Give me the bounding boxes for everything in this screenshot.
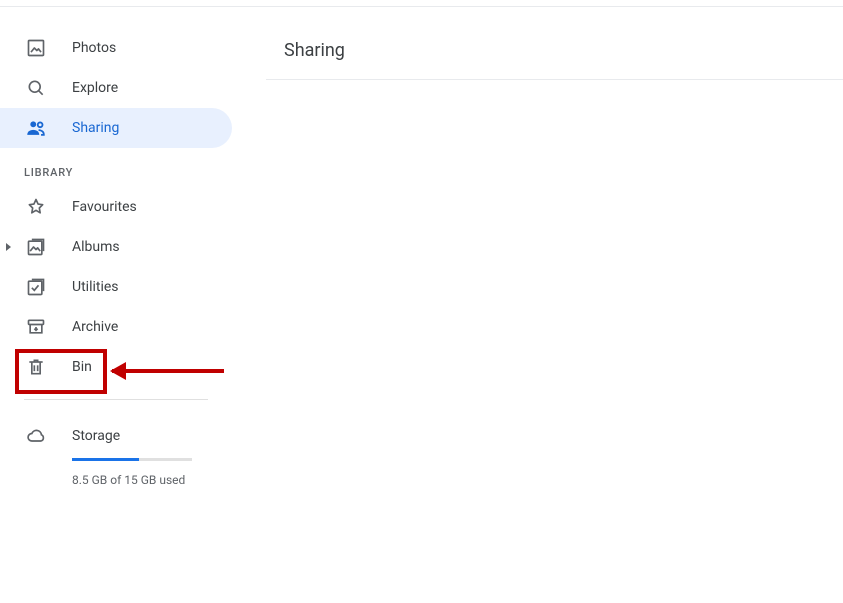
storage-usage-text: 8.5 GB of 15 GB used bbox=[72, 473, 208, 487]
nav-label: Explore bbox=[72, 80, 118, 96]
storage-progress-fill bbox=[72, 458, 139, 461]
nav-label: Albums bbox=[72, 239, 120, 255]
nav-item-explore[interactable]: Explore bbox=[0, 68, 232, 108]
nav-item-bin[interactable]: Bin bbox=[0, 347, 232, 387]
sidebar-divider bbox=[24, 399, 208, 400]
star-icon bbox=[24, 195, 48, 219]
nav-label: Archive bbox=[72, 319, 118, 335]
nav-item-archive[interactable]: Archive bbox=[0, 307, 232, 347]
top-divider bbox=[0, 6, 843, 7]
search-icon bbox=[24, 76, 48, 100]
main-content: Sharing bbox=[266, 28, 843, 80]
title-divider bbox=[266, 79, 843, 80]
nav-item-favourites[interactable]: Favourites bbox=[0, 187, 232, 227]
nav-item-storage[interactable]: Storage bbox=[24, 416, 208, 456]
nav-label: Sharing bbox=[72, 120, 119, 136]
page-title: Sharing bbox=[266, 28, 843, 79]
nav-item-photos[interactable]: Photos bbox=[0, 28, 232, 68]
sidebar: Photos Explore Sharing LIBRARY Favourite… bbox=[0, 28, 232, 487]
storage-progress-bar bbox=[72, 458, 192, 461]
nav-label: Favourites bbox=[72, 199, 137, 215]
nav-label: Photos bbox=[72, 40, 116, 56]
storage-label: Storage bbox=[72, 428, 120, 444]
utilities-icon bbox=[24, 275, 48, 299]
archive-icon bbox=[24, 315, 48, 339]
nav-item-albums[interactable]: Albums bbox=[0, 227, 232, 267]
nav-item-utilities[interactable]: Utilities bbox=[0, 267, 232, 307]
cloud-icon bbox=[24, 424, 48, 448]
nav-label: Utilities bbox=[72, 279, 119, 295]
library-header: LIBRARY bbox=[0, 148, 232, 187]
photo-icon bbox=[24, 36, 48, 60]
expand-caret-icon[interactable] bbox=[6, 243, 11, 251]
trash-icon bbox=[24, 355, 48, 379]
nav-label: Bin bbox=[72, 359, 92, 375]
people-icon bbox=[24, 116, 48, 140]
nav-item-sharing[interactable]: Sharing bbox=[0, 108, 232, 148]
album-icon bbox=[24, 235, 48, 259]
